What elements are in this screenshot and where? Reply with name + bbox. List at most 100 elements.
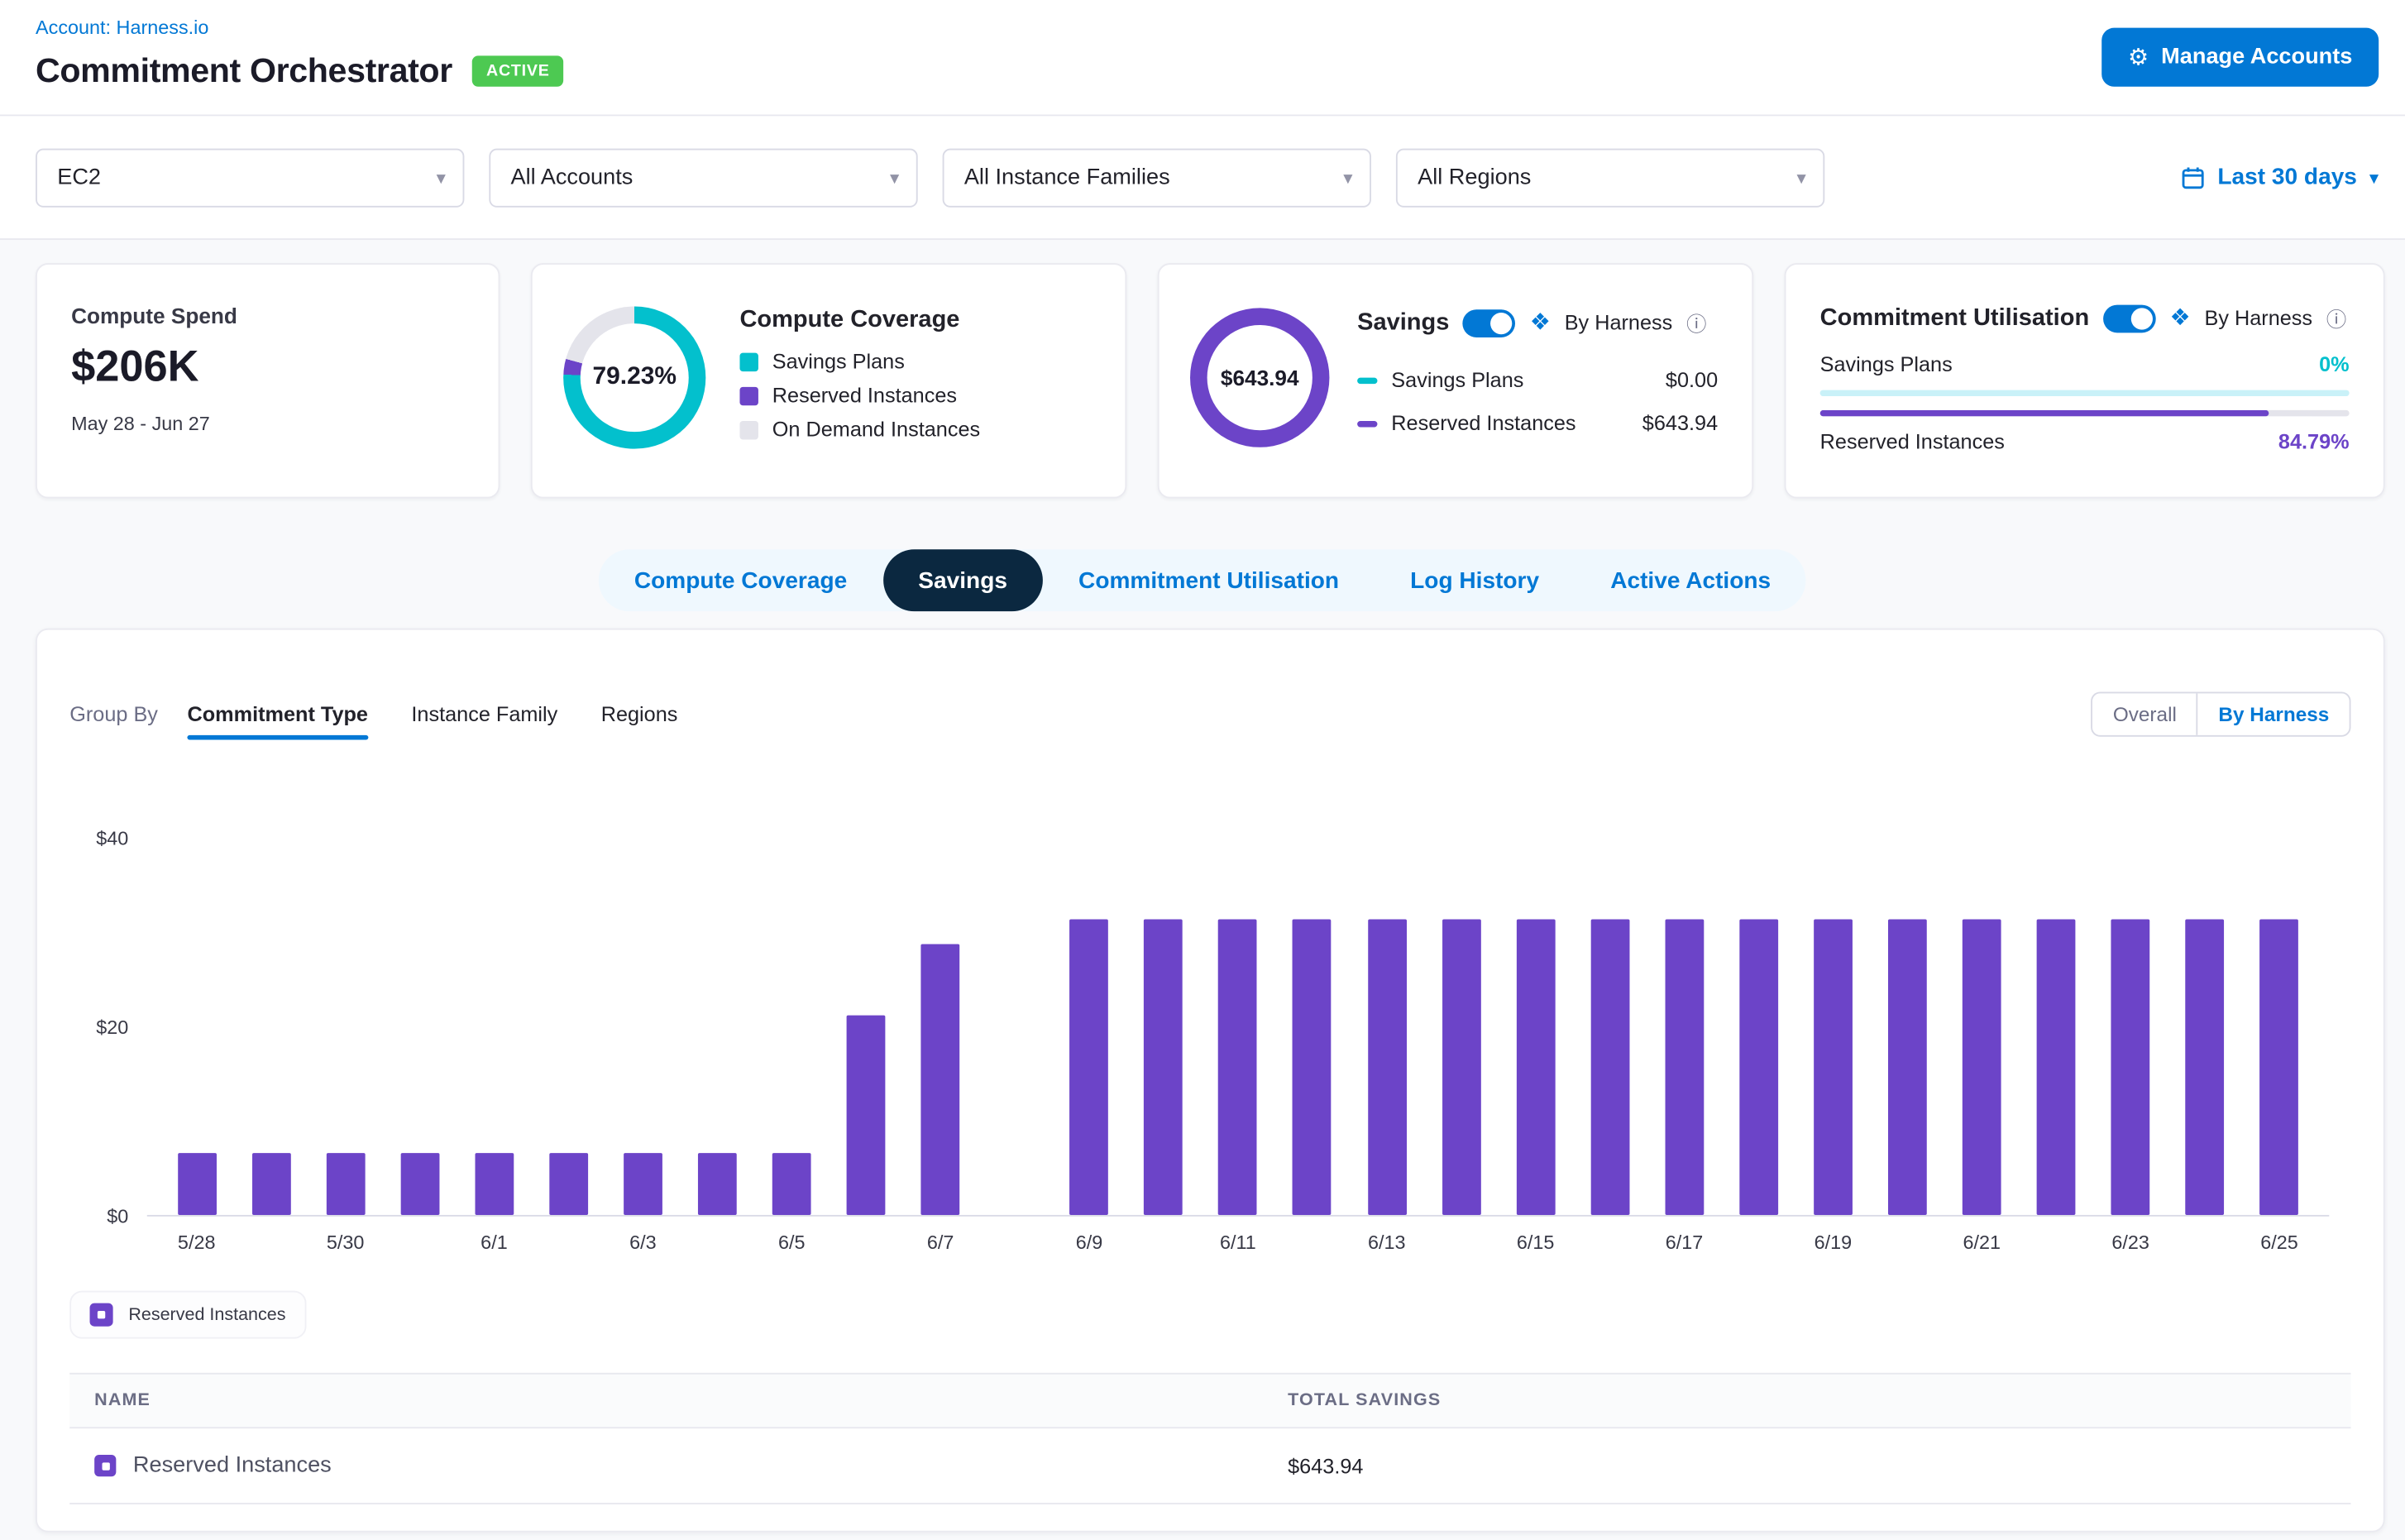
bar-slot bbox=[383, 801, 457, 1215]
instance-families-select[interactable]: All Instance Families ▾ bbox=[943, 148, 1371, 207]
x-axis-label: 6/17 bbox=[1647, 1232, 1722, 1254]
bar-slot bbox=[1126, 801, 1201, 1215]
account-breadcrumb-link[interactable]: Account: Harness.io bbox=[36, 17, 208, 39]
compute-spend-period: May 28 - Jun 27 bbox=[71, 414, 464, 435]
utilisation-row-label: Reserved Instances bbox=[1820, 430, 2005, 453]
group-tab-commitment-type[interactable]: Commitment Type bbox=[187, 703, 368, 740]
bar-slot bbox=[2242, 801, 2317, 1215]
bar[interactable] bbox=[251, 1153, 290, 1215]
commitment-utilisation-card: Commitment Utilisation ❖ By Harness ⓘ Sa… bbox=[1785, 263, 2385, 498]
util-track-0 bbox=[1820, 390, 2350, 396]
tab-log-history[interactable]: Log History bbox=[1375, 549, 1575, 611]
bar[interactable] bbox=[1963, 920, 2001, 1215]
x-axis-label bbox=[1126, 1232, 1201, 1254]
tab-active-actions[interactable]: Active Actions bbox=[1575, 549, 1806, 611]
summary-cards-row: Compute Spend $206K May 28 - Jun 27 79.2… bbox=[36, 263, 2385, 498]
service-select-value: EC2 bbox=[57, 165, 101, 189]
date-range-picker[interactable]: Last 30 days ▾ bbox=[2180, 164, 2379, 190]
row-name-label: Reserved Instances bbox=[133, 1453, 332, 1478]
x-axis-label bbox=[2019, 1232, 2093, 1254]
bar-slot bbox=[1350, 801, 1424, 1215]
x-axis-label: 6/23 bbox=[2093, 1232, 2168, 1254]
group-tab-instance-family[interactable]: Instance Family bbox=[411, 703, 557, 740]
bar[interactable] bbox=[2260, 920, 2299, 1215]
chevron-down-icon: ▾ bbox=[1343, 166, 1352, 188]
bar[interactable] bbox=[1590, 920, 1629, 1215]
info-icon[interactable]: ⓘ bbox=[2326, 304, 2346, 333]
x-axis-label: 6/25 bbox=[2242, 1232, 2317, 1254]
tab-savings[interactable]: Savings bbox=[882, 549, 1043, 611]
app-header: Account: Harness.io Commitment Orchestra… bbox=[0, 0, 2405, 116]
x-axis-label bbox=[383, 1232, 457, 1254]
bar[interactable] bbox=[1367, 920, 1406, 1215]
bar[interactable] bbox=[475, 1153, 514, 1215]
marker-inner bbox=[102, 1461, 109, 1469]
bar[interactable] bbox=[1739, 920, 1778, 1215]
bar[interactable] bbox=[326, 1153, 365, 1215]
compute-coverage-legend: Savings Plans Reserved Instances On Dema… bbox=[739, 350, 980, 441]
bar[interactable] bbox=[1665, 920, 1704, 1215]
bar-plot bbox=[147, 801, 2330, 1217]
tab-compute-coverage[interactable]: Compute Coverage bbox=[599, 549, 882, 611]
reserved-instances-legend-checkbox[interactable] bbox=[90, 1303, 113, 1327]
caret-down-icon: ▾ bbox=[2369, 166, 2379, 188]
utilisation-row: Savings Plans 0% bbox=[1820, 353, 2350, 376]
utilisation-by-harness-toggle[interactable] bbox=[2103, 304, 2156, 332]
info-icon[interactable]: ⓘ bbox=[1686, 308, 1706, 337]
group-by-label: Group By bbox=[69, 703, 158, 740]
bar[interactable] bbox=[698, 1153, 737, 1215]
bar[interactable] bbox=[400, 1153, 439, 1215]
tab-commitment-utilisation[interactable]: Commitment Utilisation bbox=[1043, 549, 1375, 611]
bar[interactable] bbox=[624, 1153, 662, 1215]
savings-card: $643.94 Savings ❖ By Harness ⓘ Savings P… bbox=[1158, 263, 1753, 498]
savings-by-harness-toggle[interactable] bbox=[1463, 308, 1516, 337]
bar[interactable] bbox=[549, 1153, 588, 1215]
bar[interactable] bbox=[772, 1153, 811, 1215]
bar[interactable] bbox=[921, 944, 960, 1215]
x-axis-label bbox=[531, 1232, 605, 1254]
service-select[interactable]: EC2 ▾ bbox=[36, 148, 464, 207]
x-axis-label bbox=[978, 1232, 1052, 1254]
accounts-select[interactable]: All Accounts ▾ bbox=[489, 148, 917, 207]
bar[interactable] bbox=[1814, 920, 1853, 1215]
x-axis-label bbox=[680, 1232, 754, 1254]
y-axis-label: $20 bbox=[96, 1017, 128, 1039]
bar-slot bbox=[605, 801, 680, 1215]
manage-accounts-button[interactable]: ⚙ Manage Accounts bbox=[2101, 28, 2379, 87]
table-row[interactable]: Reserved Instances $643.94 bbox=[69, 1428, 2350, 1504]
group-tab-regions[interactable]: Regions bbox=[601, 703, 678, 740]
utilisation-row: Reserved Instances 84.79% bbox=[1820, 430, 2350, 453]
compute-spend-card: Compute Spend $206K May 28 - Jun 27 bbox=[36, 263, 500, 498]
bar[interactable] bbox=[1888, 920, 1927, 1215]
bar[interactable] bbox=[1442, 920, 1480, 1215]
bar[interactable] bbox=[2186, 920, 2225, 1215]
bar[interactable] bbox=[1293, 920, 1332, 1215]
y-axis: $0$20$40 bbox=[69, 801, 147, 1217]
chevron-down-icon: ▾ bbox=[437, 166, 446, 188]
bar[interactable] bbox=[177, 1153, 216, 1215]
x-axis-label bbox=[1573, 1232, 1647, 1254]
savings-plans-swatch bbox=[739, 352, 758, 371]
savings-row-value: $643.94 bbox=[1642, 412, 1718, 435]
view-toggle-by-harness[interactable]: By Harness bbox=[2197, 693, 2349, 735]
savings-total: $643.94 bbox=[1221, 366, 1299, 390]
compute-coverage-card: 79.23% Compute Coverage Savings Plans Re… bbox=[531, 263, 1126, 498]
bar-slot bbox=[2093, 801, 2168, 1215]
status-badge: ACTIVE bbox=[472, 55, 563, 86]
regions-select[interactable]: All Regions ▾ bbox=[1396, 148, 1824, 207]
title-row: Commitment Orchestrator ACTIVE bbox=[36, 51, 563, 92]
bar[interactable] bbox=[1218, 920, 1257, 1215]
bar[interactable] bbox=[1070, 920, 1109, 1215]
bar[interactable] bbox=[847, 1016, 886, 1215]
bar[interactable] bbox=[2037, 920, 2076, 1215]
bar[interactable] bbox=[1516, 920, 1555, 1215]
bar[interactable] bbox=[2111, 920, 2150, 1215]
utilisation-row-value: 0% bbox=[2319, 353, 2350, 376]
view-toggle-overall[interactable]: Overall bbox=[2092, 693, 2197, 735]
bar[interactable] bbox=[1145, 920, 1183, 1215]
chevron-down-icon: ▾ bbox=[1797, 166, 1806, 188]
utilisation-row-value: 84.79% bbox=[2278, 430, 2350, 453]
x-axis-label bbox=[2168, 1232, 2242, 1254]
instance-families-select-value: All Instance Families bbox=[964, 165, 1170, 189]
bar-slot bbox=[1795, 801, 1870, 1215]
